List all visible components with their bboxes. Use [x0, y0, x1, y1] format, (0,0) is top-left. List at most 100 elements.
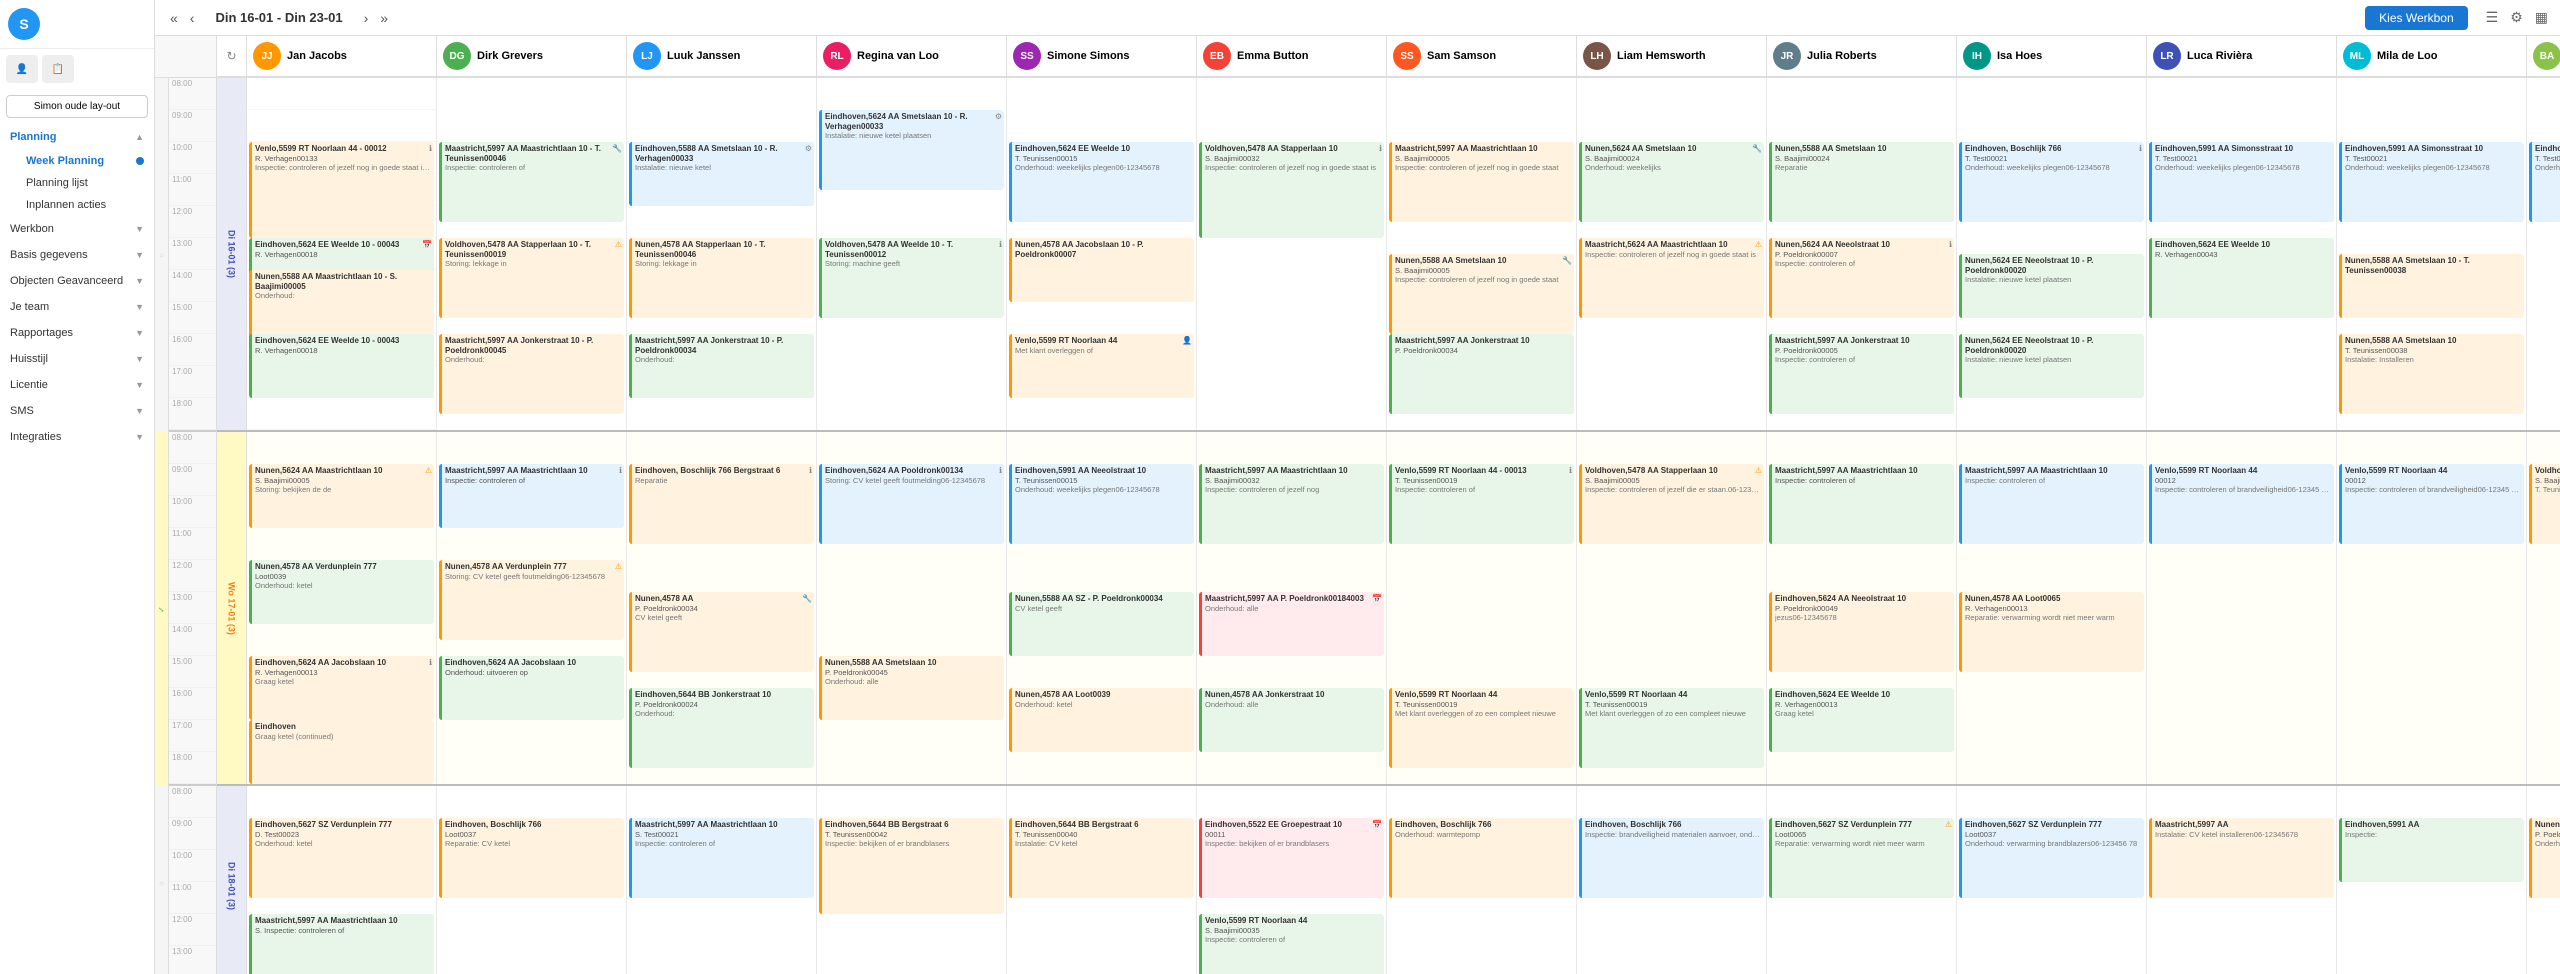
work-card[interactable]: Eindhoven,5588 AA Smetslaan 10 - R. Verh… [629, 142, 814, 206]
work-card[interactable]: Eindhoven,5624 AA Jacobslaan 10 Onderhou… [439, 656, 624, 720]
sidebar-item-inplannen-acties[interactable]: Inplannen acties [16, 194, 154, 216]
work-card[interactable]: Eindhoven,5991 AA Simonsstraat 10 T. Tes… [2529, 142, 2560, 222]
work-card[interactable]: Nunen,5624 EE Neeolstraat 10 - P. Poeldr… [1959, 254, 2144, 318]
work-card[interactable]: Voldhoven,5478 AA Stapperlaan 10 - T. Te… [439, 238, 624, 318]
work-card[interactable]: Nunen,5588 AA Smetslaan 10 T. Teunissen0… [2339, 334, 2524, 414]
filter-button[interactable]: ▦ [2533, 7, 2550, 28]
refresh-icon[interactable]: ↻ [226, 49, 236, 63]
work-card[interactable]: Nunen,4578 AA Stapperlaan 10 - T. Teunis… [629, 238, 814, 318]
work-card[interactable]: Maastricht,5997 AA Maastrichtlaan 10 S. … [629, 818, 814, 898]
work-card[interactable]: Nunen,4578 AA Verdunplein 777 Storing: C… [439, 560, 624, 640]
work-card[interactable]: Maastricht,5997 AA Jonkerstraat 10 - P. … [439, 334, 624, 414]
calendar-scroll-area[interactable]: ↻ JJ Jan Jacobs DG Dirk Grevers [217, 36, 2560, 974]
nav-next-button[interactable]: › [359, 8, 374, 28]
work-card[interactable]: Nunen,5624 AA Maastrichtlaan 10 S. Baaji… [249, 464, 434, 528]
work-card[interactable]: Eindhoven,5624 EE Weelde 10 T. Teunissen… [1009, 142, 1194, 222]
work-card[interactable]: Nunen,5624 EE Neeolstraat 10 - P. Poeldr… [1959, 334, 2144, 398]
work-card[interactable]: Eindhoven,5624 AA Pooldronk00134 Storing… [819, 464, 1004, 544]
sidebar-item-sms[interactable]: SMS ▼ [0, 398, 154, 424]
work-card[interactable]: Nunen,4578 AA Jacobslaan 10 P. Poeldronk… [2529, 818, 2560, 898]
work-card[interactable]: Venlo,5599 RT Noorlaan 44 00012 Inspecti… [2339, 464, 2524, 544]
work-card[interactable]: Eindhoven, Boschlijk 766 Bergstraat 6 Re… [629, 464, 814, 544]
work-card[interactable]: Eindhoven,5624 EE Weelde 10 R. Verhagen0… [1769, 688, 1954, 752]
work-card[interactable]: Voldhoven,5478 AA Stapperlaan 10 S. Baaj… [1199, 142, 1384, 238]
work-card[interactable]: Eindhoven, Boschlijk 766 Onderhoud: warm… [1389, 818, 1574, 898]
sidebar-item-planning-lijst[interactable]: Planning lijst [16, 172, 154, 194]
sidebar-item-week-planning[interactable]: Week Planning [16, 150, 154, 172]
sidebar-item-planning[interactable]: Planning ▲ [0, 124, 154, 150]
work-card[interactable]: Nunen,4578 AA Jonkerstraat 10 Onderhoud:… [1199, 688, 1384, 752]
nav-prev-button[interactable]: ‹ [185, 8, 200, 28]
work-card[interactable]: Nunen,5624 AA Smetslaan 10 S. Baajimi000… [1579, 142, 1764, 222]
work-card[interactable]: Maastricht,5997 AA P. Poeldronk00184003 … [1199, 592, 1384, 656]
settings-button[interactable]: ⚙ [2508, 7, 2525, 28]
kies-werkbon-button[interactable]: Kies Werkbon [2365, 6, 2467, 30]
work-card[interactable]: Eindhoven,5627 SZ Verdunplein 777 Loot00… [1959, 818, 2144, 898]
work-card[interactable]: Nunen,5624 AA Neeolstraat 10 P. Poeldron… [1769, 238, 1954, 318]
work-card[interactable]: Eindhoven, Boschlijk 766 T. Test00021 On… [1959, 142, 2144, 222]
work-card[interactable]: Venlo,5599 RT Noorlaan 44 S. Baajimi0003… [1199, 914, 1384, 974]
sidebar-item-rapportages[interactable]: Rapportages ▼ [0, 320, 154, 346]
sidebar-item-werkbon[interactable]: Werkbon ▼ [0, 216, 154, 242]
work-card[interactable]: Eindhoven,5991 AA Inspectie: [2339, 818, 2524, 882]
sidebar-item-je-team[interactable]: Je team ▼ [0, 294, 154, 320]
sidebar-item-licentie[interactable]: Licentie ▼ [0, 372, 154, 398]
work-card[interactable]: Eindhoven,5991 AA Simonsstraat 10 T. Tes… [2339, 142, 2524, 222]
work-card[interactable]: Maastricht,5997 AA Maastrichtlaan 10 - T… [439, 142, 624, 222]
list-view-button[interactable]: ☰ [2484, 7, 2501, 28]
work-card[interactable]: Maastricht,5997 AA Maastrichtlaan 10 Ins… [439, 464, 624, 528]
nav-prev-prev-button[interactable]: « [165, 8, 183, 28]
work-card[interactable]: Venlo,5599 RT Noorlaan 44 - 00012 R. Ver… [249, 142, 434, 238]
work-card[interactable]: Maastricht,5997 AA Maastrichtlaan 10 Ins… [1959, 464, 2144, 544]
work-card[interactable]: Maastricht,5997 AA Jonkerstraat 10 P. Po… [1769, 334, 1954, 414]
work-card[interactable]: Eindhoven,5624 AA Neeolstraat 10 P. Poel… [1769, 592, 1954, 672]
sidebar-item-integraties[interactable]: Integraties ▼ [0, 424, 154, 450]
work-card[interactable]: Voldhoven,5478 AA Weelde 10 - T. Teuniss… [819, 238, 1004, 318]
work-card[interactable]: Nunen,5588 AA Smetslaan 10 P. Poeldronk0… [819, 656, 1004, 720]
work-card[interactable]: Eindhoven,5624 EE Weelde 10 R. Verhagen0… [2149, 238, 2334, 318]
work-card[interactable]: Eindhoven,5627 SZ Verdunplein 777 D. Tes… [249, 818, 434, 898]
work-card[interactable]: Eindhoven,5624 EE Weelde 10 - 00043 R. V… [249, 334, 434, 398]
work-card[interactable]: Eindhoven,5644 BB Bergstraat 6 T. Teunis… [819, 818, 1004, 914]
work-card[interactable]: Maastricht,5997 AA Maastrichtlaan 10 Ins… [1769, 464, 1954, 544]
work-card[interactable]: Eindhoven,5624 AA Smetslaan 10 - R. Verh… [819, 110, 1004, 190]
work-card[interactable]: Eindhoven,5991 AA Simonsstraat 10 T. Tes… [2149, 142, 2334, 222]
sidebar-tab-alt[interactable]: 📋 [42, 55, 74, 83]
work-card[interactable]: Venlo,5599 RT Noorlaan 44 T. Teunissen00… [1389, 688, 1574, 768]
work-card[interactable]: Maastricht,5997 AA Maastrichtlaan 10 S. … [1199, 464, 1384, 544]
work-card[interactable]: Venlo,5599 RT Noorlaan 44 Met klant over… [1009, 334, 1194, 398]
work-card[interactable]: Maastricht,5997 AA Jonkerstraat 10 P. Po… [1389, 334, 1574, 414]
nav-next-next-button[interactable]: » [375, 8, 393, 28]
work-card[interactable]: Eindhoven,5522 EE Groepestraat 10 00011 … [1199, 818, 1384, 898]
work-card[interactable]: Nunen,5588 AA Smetslaan 10 - T. Teunisse… [2339, 254, 2524, 318]
work-card[interactable]: Eindhoven Graag ketel (continued) [249, 720, 434, 784]
work-card[interactable]: Eindhoven,5991 AA Neeolstraat 10 T. Teun… [1009, 464, 1194, 544]
simon-layout-button[interactable]: Simon oude lay-out [6, 95, 148, 118]
work-card[interactable]: Maastricht,5997 AA Jonkerstraat 10 - P. … [629, 334, 814, 398]
work-card[interactable]: Maastricht,5997 AA Maastrichtlaan 10 S. … [1389, 142, 1574, 222]
sidebar-tab-main[interactable]: 👤 [6, 55, 38, 83]
work-card[interactable]: Eindhoven, Boschlijk 766 Inspectie: bran… [1579, 818, 1764, 898]
sidebar-item-objecten-geavanceerd[interactable]: Objecten Geavanceerd ▼ [0, 268, 154, 294]
work-card[interactable]: Venlo,5599 RT Noorlaan 44 - 00013 T. Teu… [1389, 464, 1574, 544]
work-card[interactable]: Maastricht,5997 AA Maastrichtlaan 10 S. … [249, 914, 434, 974]
sidebar-item-basis-gegevens[interactable]: Basis gegevens ▼ [0, 242, 154, 268]
work-card[interactable]: Eindhoven, Boschlijk 766 Loot0037 Repara… [439, 818, 624, 898]
work-card[interactable]: Maastricht,5624 AA Maastrichtlaan 10 Ins… [1579, 238, 1764, 318]
work-card[interactable]: Nunen,4578 AA Loot0039 Onderhoud: ketel [1009, 688, 1194, 752]
work-card[interactable]: Nunen,4578 AA Jacobslaan 10 - P. Poeldro… [1009, 238, 1194, 302]
work-card[interactable]: Venlo,5599 RT Noorlaan 44 00012 Inspecti… [2149, 464, 2334, 544]
work-card[interactable]: Nunen,5588 AA Smetslaan 10 S. Baajimi000… [1769, 142, 1954, 222]
work-card[interactable]: Eindhoven,5644 BB Bergstraat 6 T. Teunis… [1009, 818, 1194, 898]
work-card[interactable]: Eindhoven,5624 AA Jacobslaan 10 R. Verha… [249, 656, 434, 720]
work-card[interactable]: Eindhoven,5644 BB Jonkerstraat 10 P. Poe… [629, 688, 814, 768]
work-card[interactable]: Voldhoven,5478 AA Stapperlaan 10 S. Baaj… [2529, 464, 2560, 544]
work-card[interactable]: Voldhoven,5478 AA Stapperlaan 10 S. Baaj… [1579, 464, 1764, 544]
work-card[interactable]: Nunen,5588 AA SZ - P. Poeldronk00034 CV … [1009, 592, 1194, 656]
work-card[interactable]: Venlo,5599 RT Noorlaan 44 T. Teunissen00… [1579, 688, 1764, 768]
work-card[interactable]: Maastricht,5997 AA Instalatie: CV ketel … [2149, 818, 2334, 898]
work-card[interactable]: Eindhoven,5627 SZ Verdunplein 777 Loot00… [1769, 818, 1954, 898]
work-card[interactable]: Nunen,5588 AA Smetslaan 10 S. Baajimi000… [1389, 254, 1574, 334]
sidebar-item-huisstijl[interactable]: Huisstijl ▼ [0, 346, 154, 372]
work-card[interactable]: Nunen,4578 AA P. Poeldronk00034 CV ketel… [629, 592, 814, 672]
